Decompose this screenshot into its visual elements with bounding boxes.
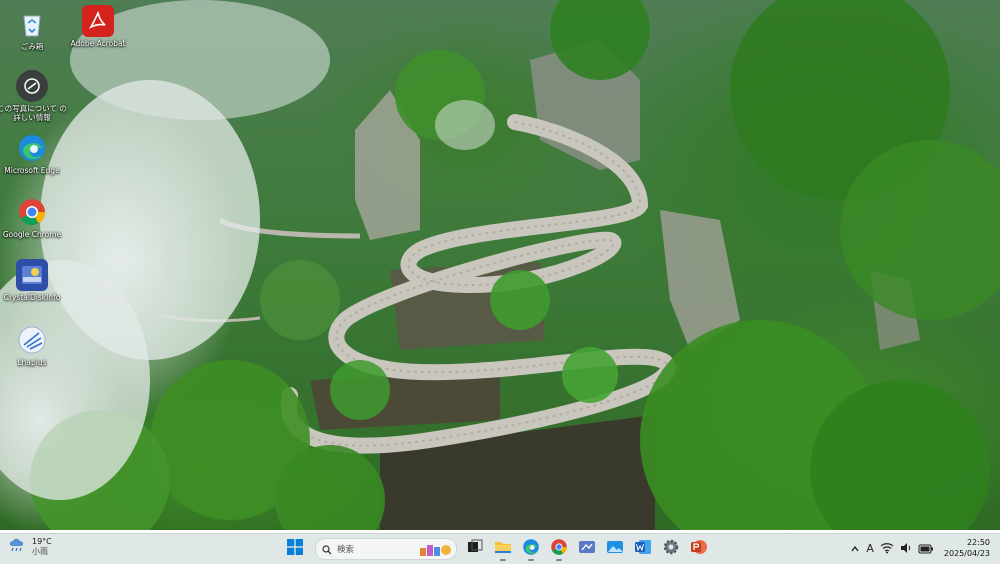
clock-date: 2025/04/23: [943, 549, 990, 558]
desktop-icon-adobe-acrobat[interactable]: Adobe Acrobat: [63, 5, 133, 48]
word-icon: [634, 539, 652, 559]
search-icon: [322, 540, 332, 559]
start-button[interactable]: [283, 537, 307, 561]
chevron-up-icon: [850, 539, 860, 558]
taskbar-file-explorer[interactable]: [491, 537, 515, 561]
battery-icon: [918, 539, 934, 558]
taskbar-search-box[interactable]: 検索: [315, 538, 457, 560]
taskbar-settings[interactable]: [659, 537, 683, 561]
snipping-tool-icon: [578, 539, 596, 559]
taskbar: 19°C 小雨 検索 A 22:50 2025/04/23: [0, 533, 1000, 564]
show-hidden-icons-button[interactable]: [850, 539, 860, 558]
task-view-icon: [467, 539, 483, 559]
taskbar-snipping-tool[interactable]: [575, 537, 599, 561]
edge-icon: [16, 132, 48, 164]
desktop-icon-label: Google Chrome: [2, 230, 62, 239]
desktop-wallpaper: [0, 0, 1000, 530]
speaker-icon: [900, 539, 912, 558]
search-highlight-icon: [418, 541, 452, 561]
wallpaper-scene: [0, 0, 1000, 530]
windows-start-icon: [287, 539, 303, 559]
folder-icon: [494, 539, 512, 559]
rain-cloud-icon: [8, 537, 26, 557]
gear-icon: [662, 538, 680, 560]
camera-info-icon: [16, 70, 48, 102]
taskbar-task-view[interactable]: [463, 537, 487, 561]
desktop-icon-chrome[interactable]: Google Chrome: [0, 196, 67, 239]
weather-temperature: 19°C: [32, 537, 52, 546]
powerpoint-icon: [690, 538, 708, 560]
desktop-icon-label: CrystalDiskInfo: [3, 293, 61, 302]
battery-button[interactable]: [918, 539, 934, 558]
desktop-icon-label: Adobe Acrobat: [70, 39, 126, 48]
taskbar-word[interactable]: [631, 537, 655, 561]
desktop-icon-recycle-bin[interactable]: ごみ箱: [0, 8, 67, 51]
desktop-icon-lhaplus[interactable]: Lhaplus: [0, 324, 67, 367]
desktop-icon-photo-info[interactable]: この写真について の詳しい情報: [0, 70, 67, 122]
lhaplus-icon: [16, 324, 48, 356]
taskbar-powerpoint[interactable]: [687, 537, 711, 561]
desktop-icon-edge[interactable]: Microsoft Edge: [0, 132, 67, 175]
chrome-icon: [550, 538, 568, 560]
crystaldiskinfo-icon: [16, 259, 48, 291]
taskbar-edge[interactable]: [519, 537, 543, 561]
chrome-icon: [16, 196, 48, 228]
search-placeholder: 検索: [337, 545, 355, 555]
taskbar-clock[interactable]: 22:50 2025/04/23: [944, 537, 990, 559]
ime-indicator[interactable]: A: [866, 542, 874, 555]
desktop-icon-label: この写真について の詳しい情報: [0, 104, 67, 122]
clock-time: 22:50: [966, 538, 990, 547]
weather-widget[interactable]: 19°C 小雨: [8, 537, 52, 557]
wifi-icon: [880, 539, 894, 558]
taskbar-chrome[interactable]: [547, 537, 571, 561]
photos-icon: [606, 539, 624, 559]
system-tray: A 22:50 2025/04/23: [844, 537, 990, 559]
desktop-icon-label: Microsoft Edge: [4, 166, 60, 175]
adobe-acrobat-icon: [82, 5, 114, 37]
desktop-icon-label: ごみ箱: [20, 42, 44, 51]
recycle-bin-icon: [16, 8, 48, 40]
edge-icon: [522, 538, 540, 560]
volume-button[interactable]: [900, 539, 912, 558]
network-button[interactable]: [880, 539, 894, 558]
taskbar-photos[interactable]: [603, 537, 627, 561]
desktop-icon-crystaldiskinfo[interactable]: CrystalDiskInfo: [0, 259, 67, 302]
weather-condition: 小雨: [32, 547, 48, 556]
desktop-icon-label: Lhaplus: [17, 358, 47, 367]
